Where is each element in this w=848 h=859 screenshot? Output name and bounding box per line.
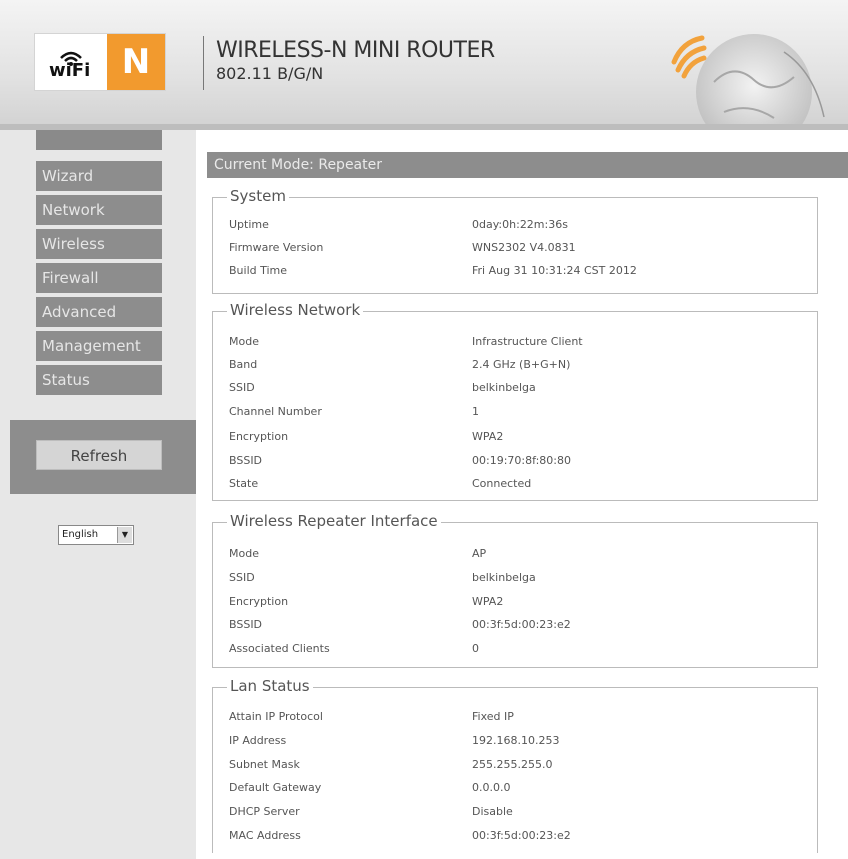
wireless-network-section: Wireless Network Mode Infrastructure Cli… (212, 301, 818, 501)
info-row: DHCP Server Disable (229, 801, 789, 823)
row-label: SSID (229, 571, 255, 584)
row-label: Build Time (229, 264, 288, 277)
info-row: Associated Clients 0 (229, 638, 789, 660)
row-value: 0.0.0.0 (472, 781, 511, 794)
header-banner: wiFi N WIRELESS-N MINI ROUTER 802.11 B/G… (0, 0, 848, 128)
language-selected-value: English (62, 529, 99, 540)
sidebar: Wizard Network Wireless Firewall Advance… (0, 130, 196, 859)
section-title: Wireless Repeater Interface (227, 512, 441, 530)
row-value: AP (472, 547, 487, 560)
info-row: SSID belkinbelga (229, 377, 789, 399)
sidebar-item-firewall[interactable]: Firewall (36, 263, 162, 293)
info-row: SSID belkinbelga (229, 567, 789, 589)
row-label: BSSID (229, 618, 263, 631)
row-label: IP Address (229, 734, 287, 747)
sidebar-item-management[interactable]: Management (36, 331, 162, 361)
globe-signal-icon (671, 34, 825, 126)
row-label: Associated Clients (229, 642, 330, 655)
info-row: Mode AP (229, 543, 789, 565)
logo-wordmark: wiFi (49, 60, 91, 81)
current-mode-bar: Current Mode: Repeater (207, 152, 848, 178)
row-label: SSID (229, 381, 255, 394)
row-label: Default Gateway (229, 781, 322, 794)
info-row: Attain IP Protocol Fixed IP (229, 706, 789, 728)
wifi-logo-icon: wiFi (45, 46, 97, 81)
row-value: 1 (472, 405, 479, 418)
brand-logo: wiFi N (34, 33, 166, 91)
system-section: System Uptime 0day:0h:22m:36s Firmware V… (212, 187, 818, 294)
sidebar-item-wireless[interactable]: Wireless (36, 229, 162, 259)
row-value: 00:19:70:8f:80:80 (472, 454, 571, 467)
row-value: 2.4 GHz (B+G+N) (472, 358, 571, 371)
section-title: System (227, 187, 289, 205)
row-label: BSSID (229, 454, 263, 467)
row-value: 192.168.10.253 (472, 734, 560, 747)
logo-letter-n: N (107, 34, 165, 90)
row-value: WPA2 (472, 430, 504, 443)
row-label: Uptime (229, 218, 269, 231)
row-value: Fri Aug 31 10:31:24 CST 2012 (472, 264, 637, 277)
product-subtitle: 802.11 B/G/N (216, 64, 324, 83)
row-value: 00:3f:5d:00:23:e2 (472, 618, 571, 631)
sidebar-item-network[interactable]: Network (36, 195, 162, 225)
info-row: IP Address 192.168.10.253 (229, 730, 789, 752)
section-title: Lan Status (227, 677, 313, 695)
info-row: Build Time Fri Aug 31 10:31:24 CST 2012 (229, 260, 789, 282)
row-label: Subnet Mask (229, 758, 300, 771)
row-label: State (229, 477, 259, 490)
sidebar-item-advanced[interactable]: Advanced (36, 297, 162, 327)
product-title: WIRELESS-N MINI ROUTER (216, 38, 495, 63)
row-label: MAC Address (229, 829, 301, 842)
info-row: Band 2.4 GHz (B+G+N) (229, 354, 789, 376)
row-label: Band (229, 358, 258, 371)
info-row: MAC Address 00:3f:5d:00:23:e2 (229, 825, 789, 847)
info-row: BSSID 00:3f:5d:00:23:e2 (229, 614, 789, 636)
row-value: 0day:0h:22m:36s (472, 218, 568, 231)
row-value: 255.255.255.0 (472, 758, 553, 771)
row-label: Attain IP Protocol (229, 710, 323, 723)
chevron-down-icon[interactable]: ▼ (117, 527, 132, 543)
refresh-button[interactable]: Refresh (36, 440, 162, 470)
row-value: WPA2 (472, 595, 504, 608)
lan-status-section: Lan Status Attain IP Protocol Fixed IP I… (212, 677, 818, 853)
row-value: 0 (472, 642, 479, 655)
row-label: Firmware Version (229, 241, 324, 254)
row-value: 00:3f:5d:00:23:e2 (472, 829, 571, 842)
info-row: Encryption WPA2 (229, 426, 789, 448)
row-value: Connected (472, 477, 532, 490)
sidebar-item-wizard[interactable]: Wizard (36, 161, 162, 191)
language-select[interactable]: English ▼ (58, 525, 134, 545)
row-value: WNS2302 V4.0831 (472, 241, 576, 254)
row-label: Channel Number (229, 405, 322, 418)
row-value: Disable (472, 805, 513, 818)
info-row: Default Gateway 0.0.0.0 (229, 777, 789, 799)
row-value: Infrastructure Client (472, 335, 583, 348)
info-row: Uptime 0day:0h:22m:36s (229, 214, 789, 236)
row-label: Encryption (229, 595, 289, 608)
row-label: Mode (229, 335, 259, 348)
info-row: Firmware Version WNS2302 V4.0831 (229, 237, 789, 259)
refresh-panel: Refresh (10, 420, 196, 494)
header-divider (203, 36, 204, 90)
row-label: Encryption (229, 430, 289, 443)
row-value: belkinbelga (472, 381, 536, 394)
info-row: State Connected (229, 473, 789, 495)
sidebar-top-bar (36, 130, 162, 150)
info-row: Encryption WPA2 (229, 591, 789, 613)
info-row: BSSID 00:19:70:8f:80:80 (229, 450, 789, 472)
row-label: DHCP Server (229, 805, 300, 818)
section-title: Wireless Network (227, 301, 364, 319)
info-row: Channel Number 1 (229, 401, 789, 423)
info-row: Mode Infrastructure Client (229, 331, 789, 353)
info-row: Subnet Mask 255.255.255.0 (229, 754, 789, 776)
sidebar-item-status[interactable]: Status (36, 365, 162, 395)
row-value: Fixed IP (472, 710, 514, 723)
row-label: Mode (229, 547, 259, 560)
repeater-interface-section: Wireless Repeater Interface Mode AP SSID… (212, 512, 818, 668)
row-value: belkinbelga (472, 571, 536, 584)
